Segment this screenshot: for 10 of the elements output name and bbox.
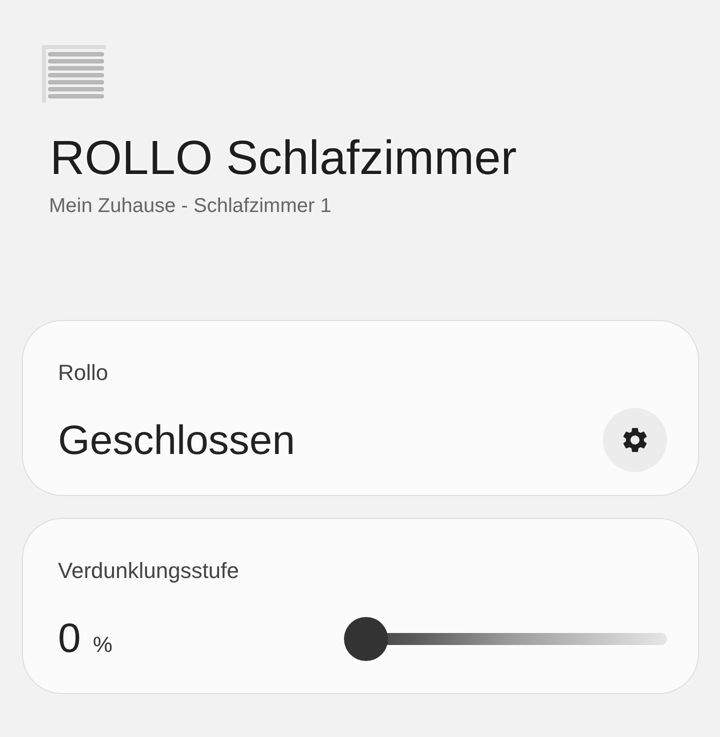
slider-track[interactable] (344, 617, 667, 661)
slider-thumb[interactable] (344, 617, 388, 661)
level-value: 0 (58, 614, 81, 663)
location-subtitle: Mein Zuhause - Schlafzimmer 1 (49, 194, 332, 219)
card-label: Rollo (58, 360, 108, 386)
page-title: ROLLO Schlafzimmer (50, 131, 517, 187)
level-unit: % (92, 632, 112, 658)
window-blind-icon (42, 45, 106, 103)
card-label: Verdunklungsstufe (58, 558, 240, 584)
status-value: Geschlossen (58, 416, 296, 465)
